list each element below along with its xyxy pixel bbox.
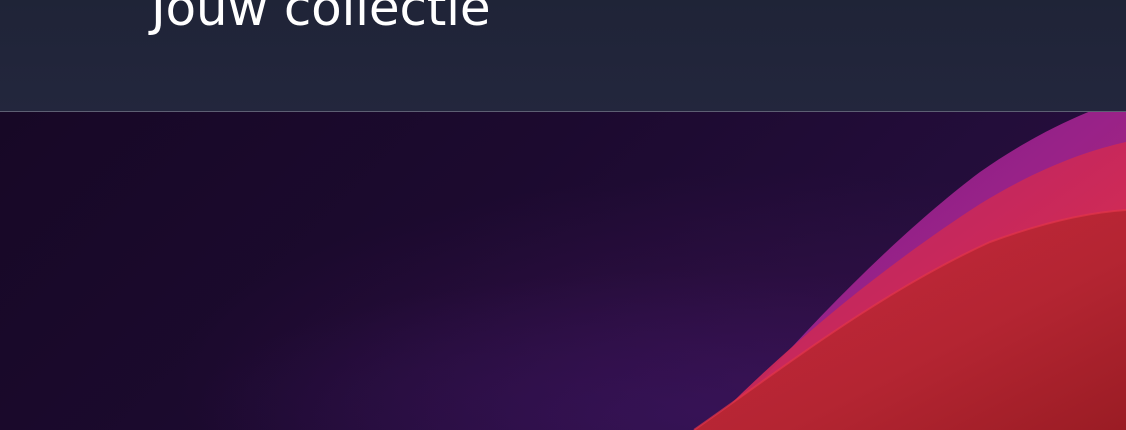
page-title: Jouw collectie bbox=[151, 0, 491, 37]
hero-banner bbox=[0, 112, 1126, 430]
header: Jouw collectie bbox=[0, 0, 1126, 112]
page: Jouw collectie bbox=[0, 0, 1126, 430]
abstract-wave-wallpaper bbox=[0, 112, 1126, 430]
